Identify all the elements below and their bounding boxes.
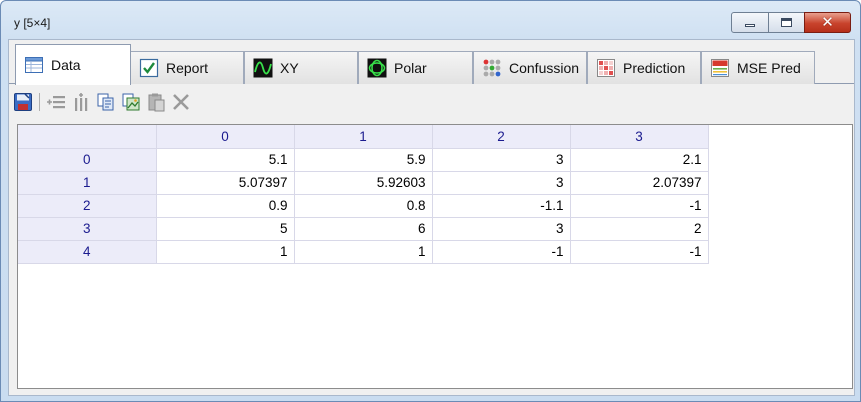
table-cell[interactable]: 2	[570, 217, 709, 241]
corner-cell[interactable]	[18, 125, 157, 149]
table-cell[interactable]: 0.8	[294, 194, 433, 218]
table-cell[interactable]: 1	[294, 240, 433, 264]
title-bar[interactable]: y [5×4] ✕	[1, 1, 860, 39]
table-row: 1 5.07397 5.92603 3 2.07397	[18, 171, 709, 195]
window-title: y [5×4]	[14, 16, 51, 30]
tab-xy-label: XY	[280, 60, 299, 76]
paste-icon	[148, 93, 165, 112]
table-row: 2 0.9 0.8 -1.1 -1	[18, 194, 709, 218]
tab-prediction-label: Prediction	[623, 60, 686, 76]
table-cell[interactable]: 5.1	[156, 148, 295, 172]
tab-confussion-label: Confussion	[509, 60, 580, 76]
toolbar	[12, 90, 192, 114]
column-header[interactable]: 2	[432, 125, 571, 149]
maximize-button[interactable]	[768, 12, 805, 33]
table-cell[interactable]: -1	[432, 240, 571, 264]
table-cell[interactable]: -1.1	[432, 194, 571, 218]
table-icon	[25, 57, 43, 73]
tab-polar-label: Polar	[394, 60, 427, 76]
tab-report[interactable]: Report	[130, 51, 244, 84]
data-grid[interactable]: 0 1 2 3 0 5.1 5.9 3 2.1 1 5.07397 5.9260…	[17, 124, 853, 389]
mse-icon	[711, 59, 729, 77]
heatmap-grid-icon	[597, 59, 615, 77]
save-icon	[14, 93, 32, 111]
maximize-icon	[781, 18, 792, 27]
tab-report-label: Report	[166, 60, 209, 76]
table-cell[interactable]: 6	[294, 217, 433, 241]
column-header-row: 0 1 2 3	[18, 125, 709, 149]
toolbar-separator	[39, 93, 40, 111]
checkbox-icon	[139, 58, 159, 78]
tab-xy[interactable]: XY	[244, 51, 358, 84]
table-cell[interactable]: 3	[432, 148, 571, 172]
add-column-icon	[75, 93, 88, 111]
table-cell[interactable]: 3	[432, 171, 571, 195]
tab-mse-pred-label: MSE Pred	[737, 60, 801, 76]
tab-data[interactable]: Data	[15, 44, 131, 85]
tab-confussion[interactable]: Confussion	[473, 51, 587, 84]
table-cell[interactable]: 2.07397	[570, 171, 709, 195]
copy-button[interactable]	[95, 91, 117, 113]
column-header[interactable]: 1	[294, 125, 433, 149]
paste-button[interactable]	[145, 91, 167, 113]
table-cell[interactable]: 0.9	[156, 194, 295, 218]
delete-icon	[173, 94, 189, 110]
close-button[interactable]: ✕	[804, 12, 851, 33]
client-area: Data Report XY Polar Confussion Predicti…	[8, 39, 855, 396]
delete-button[interactable]	[170, 91, 192, 113]
row-header[interactable]: 1	[18, 171, 157, 195]
save-button[interactable]	[12, 91, 34, 113]
waveform-icon	[253, 58, 273, 78]
copy-image-button[interactable]	[120, 91, 142, 113]
app-window: y [5×4] ✕ Data Report XY Polar Confussio…	[0, 0, 861, 402]
table-cell[interactable]: -1	[570, 240, 709, 264]
table-cell[interactable]: -1	[570, 194, 709, 218]
add-row-icon	[47, 96, 65, 109]
close-icon: ✕	[821, 13, 834, 31]
dots-matrix-icon	[483, 59, 501, 77]
tab-polar[interactable]: Polar	[358, 51, 473, 84]
table-row: 4 1 1 -1 -1	[18, 240, 709, 264]
polar-icon	[367, 58, 387, 78]
add-row-button[interactable]	[45, 91, 67, 113]
table-cell[interactable]: 5	[156, 217, 295, 241]
table-cell[interactable]: 1	[156, 240, 295, 264]
tab-data-label: Data	[51, 57, 81, 73]
copy-icon	[97, 93, 114, 111]
table-cell[interactable]: 5.9	[294, 148, 433, 172]
row-header[interactable]: 4	[18, 240, 157, 264]
column-header[interactable]: 0	[156, 125, 295, 149]
tab-strip: Data Report XY Polar Confussion Predicti…	[9, 44, 854, 85]
minimize-icon	[745, 24, 755, 27]
table-cell[interactable]: 2.1	[570, 148, 709, 172]
table-cell[interactable]: 5.92603	[294, 171, 433, 195]
table-row: 0 5.1 5.9 3 2.1	[18, 148, 709, 172]
row-header[interactable]: 3	[18, 217, 157, 241]
copy-image-icon	[122, 93, 140, 111]
row-header[interactable]: 2	[18, 194, 157, 218]
column-header[interactable]: 3	[570, 125, 709, 149]
minimize-button[interactable]	[731, 12, 769, 33]
add-column-button[interactable]	[70, 91, 92, 113]
table-cell[interactable]: 5.07397	[156, 171, 295, 195]
tab-prediction[interactable]: Prediction	[587, 51, 701, 84]
data-table: 0 1 2 3 0 5.1 5.9 3 2.1 1 5.07397 5.9260…	[18, 125, 709, 264]
table-cell[interactable]: 3	[432, 217, 571, 241]
row-header[interactable]: 0	[18, 148, 157, 172]
tab-mse-pred[interactable]: MSE Pred	[701, 51, 815, 84]
table-row: 3 5 6 3 2	[18, 217, 709, 241]
